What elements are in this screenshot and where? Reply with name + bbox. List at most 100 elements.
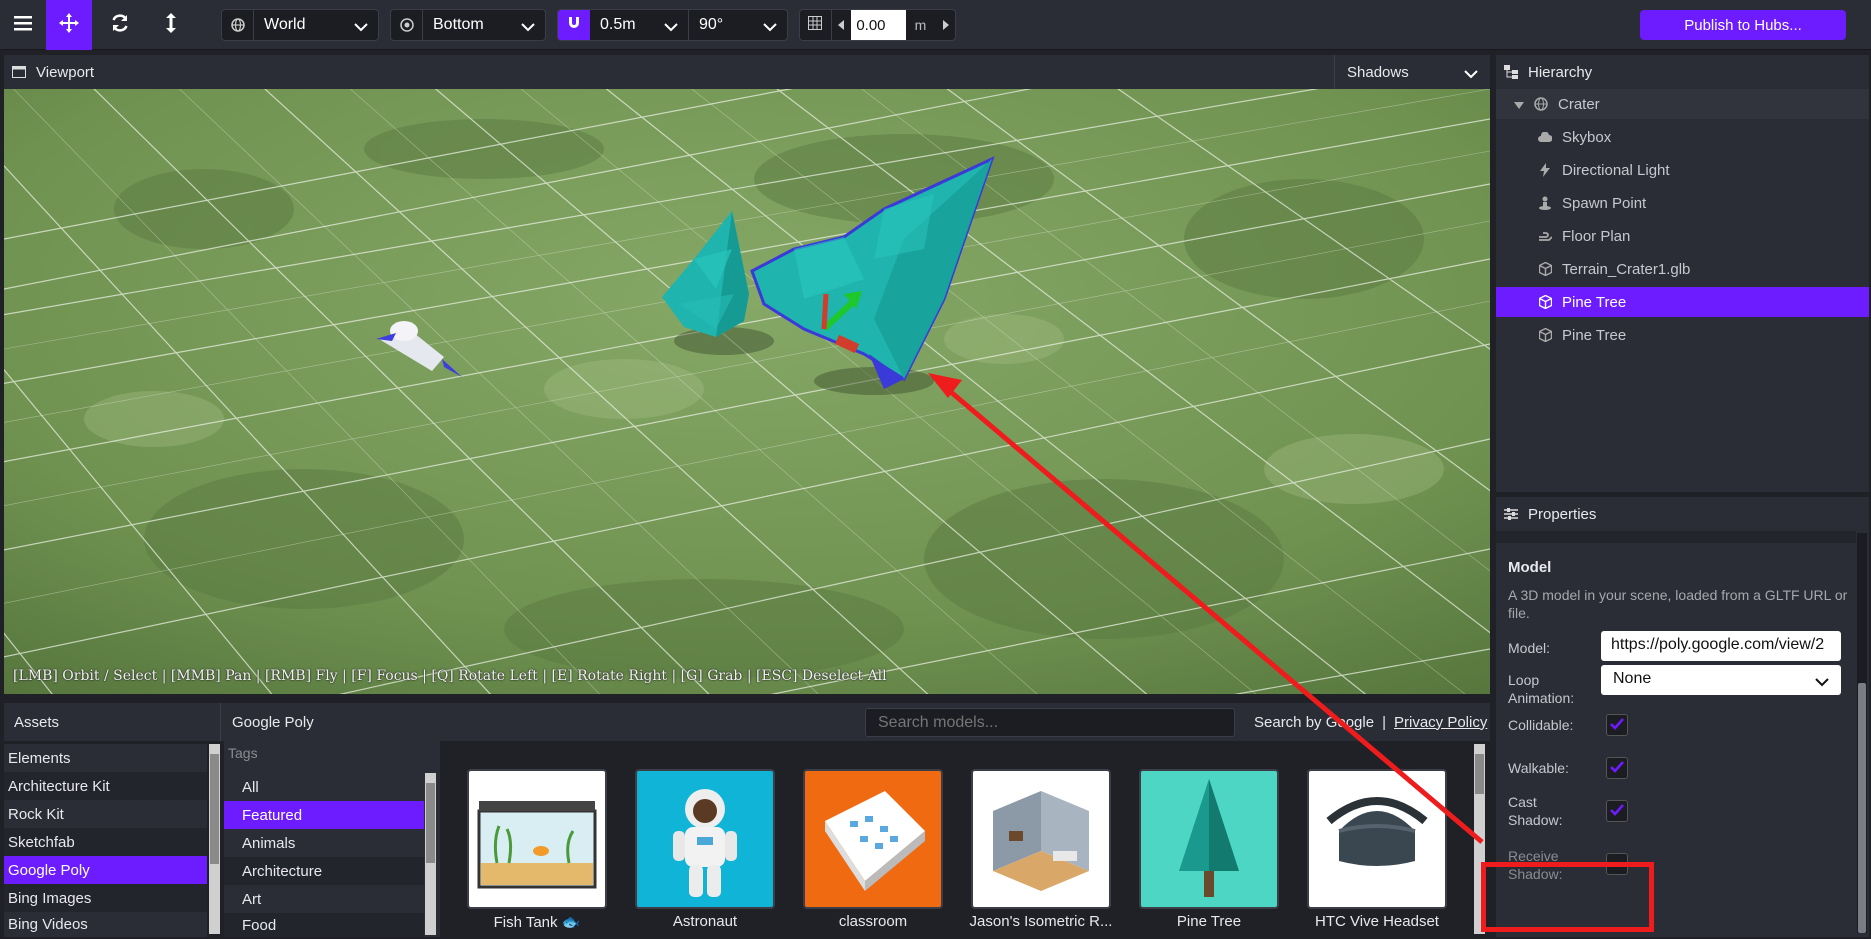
separator: |	[1382, 713, 1386, 731]
hierarchy-item-crater[interactable]: Crater	[1496, 89, 1869, 119]
models-grid: Fish Tank 🐟 Astronaut classroom Jason's …	[443, 741, 1490, 937]
models-scrollbar[interactable]	[1474, 744, 1485, 934]
menu-button[interactable]	[0, 0, 46, 50]
hierarchy-item-label: Terrain_Crater1.glb	[1562, 260, 1691, 278]
hamburger-icon	[14, 15, 32, 35]
model-card-fish-tank[interactable]	[467, 769, 607, 909]
model-name-fish-tank: Fish Tank 🐟	[493, 914, 581, 931]
source-architecture-kit[interactable]: Architecture Kit	[4, 772, 207, 800]
privacy-policy-link[interactable]: Privacy Policy	[1394, 714, 1487, 731]
hierarchy-item-label: Crater	[1558, 95, 1600, 113]
translate-tool-button[interactable]	[46, 0, 92, 50]
source-sketchfab[interactable]: Sketchfab	[4, 828, 207, 856]
hierarchy-item-spawn-point[interactable]: Spawn Point	[1496, 188, 1869, 218]
publish-button[interactable]: Publish to Hubs...	[1640, 10, 1846, 40]
model-description: A 3D model in your scene, loaded from a …	[1508, 587, 1848, 621]
chevron-down-icon	[664, 19, 678, 37]
scale-tool-button[interactable]	[148, 0, 194, 50]
hierarchy-item-pine-tree-selected[interactable]: Pine Tree	[1496, 287, 1869, 317]
search-by-google-text: Search by Google	[1254, 713, 1375, 731]
globe-icon	[222, 10, 254, 40]
grid-decrease-button[interactable]	[832, 10, 852, 40]
collidable-checkbox[interactable]	[1606, 714, 1628, 736]
chevron-down-icon	[763, 19, 777, 37]
source-elements[interactable]: Elements	[4, 744, 207, 772]
tag-art[interactable]: Art	[224, 885, 424, 913]
tags-list: Tags All Featured Animals Architecture A…	[224, 741, 440, 937]
model-card-pine-tree[interactable]	[1139, 769, 1279, 909]
model-name-pine-tree: Pine Tree	[1176, 913, 1242, 930]
rotation-snap-value: 90°	[699, 16, 724, 33]
chevron-down-icon	[1464, 66, 1478, 83]
search-models-input[interactable]	[865, 708, 1235, 737]
model-card-htc-vive[interactable]	[1307, 769, 1447, 909]
hand-icon	[1538, 229, 1552, 243]
source-bing-videos[interactable]: Bing Videos	[4, 912, 207, 937]
model-card-classroom[interactable]	[803, 769, 943, 909]
window-icon	[12, 66, 26, 78]
collidable-label: Collidable:	[1508, 717, 1574, 733]
google-poly-title: Google Poly	[232, 713, 314, 731]
grid-group: 0.00 m	[799, 9, 956, 41]
hierarchy-item-floor-plan[interactable]: Floor Plan	[1496, 221, 1869, 251]
cast-shadow-checkbox[interactable]	[1606, 800, 1628, 822]
chevron-down-icon	[1815, 674, 1829, 692]
source-google-poly[interactable]: Google Poly	[4, 856, 207, 884]
cube-icon	[1538, 295, 1552, 309]
cube-icon	[1538, 328, 1552, 342]
tag-food[interactable]: Food	[224, 913, 424, 937]
translation-snap-select[interactable]: 0.5m	[590, 10, 688, 40]
rotate-tool-button[interactable]	[97, 0, 143, 50]
model-name-classroom: classroom	[838, 913, 908, 930]
model-url-label: Model:	[1508, 640, 1551, 656]
grid-height-input[interactable]: 0.00	[851, 10, 906, 40]
tag-architecture[interactable]: Architecture	[224, 857, 424, 885]
asset-sources-list: Elements Architecture Kit Rock Kit Sketc…	[4, 741, 221, 937]
tags-scrollbar[interactable]	[425, 773, 436, 935]
model-card-astronaut[interactable]	[635, 769, 775, 909]
tags-header: Tags	[228, 745, 258, 761]
grid-icon	[808, 16, 823, 34]
receive-shadow-checkbox[interactable]	[1606, 853, 1628, 875]
viewport-header: Viewport Shadows	[4, 55, 1490, 89]
sources-scrollbar[interactable]	[209, 744, 220, 934]
cloud-icon	[1538, 130, 1552, 144]
transform-pivot-select[interactable]: Bottom	[390, 9, 546, 41]
properties-scrollbar[interactable]	[1857, 533, 1867, 933]
spawn-icon	[1538, 196, 1552, 210]
properties-header: Properties	[1496, 497, 1869, 531]
tag-featured[interactable]: Featured	[224, 801, 424, 829]
caret-down-icon[interactable]	[1514, 96, 1524, 113]
hierarchy-item-directional-light[interactable]: Directional Light	[1496, 155, 1869, 185]
tag-animals[interactable]: Animals	[224, 829, 424, 857]
viewport-controls-hint: [LMB] Orbit / Select | [MMB] Pan | [RMB]…	[13, 668, 887, 684]
tag-all[interactable]: All	[224, 773, 424, 801]
model-card-isometric-room[interactable]	[971, 769, 1111, 909]
loop-animation-select[interactable]: None	[1601, 665, 1841, 695]
rotation-snap-select[interactable]: 90°	[689, 10, 787, 40]
grid-increase-button[interactable]	[935, 10, 955, 40]
hierarchy-item-terrain[interactable]: Terrain_Crater1.glb	[1496, 254, 1869, 284]
checkmark-icon	[1610, 760, 1624, 777]
model-url-input[interactable]: https://poly.google.com/view/2	[1601, 631, 1841, 661]
cube-icon	[1538, 262, 1552, 276]
transform-space-select[interactable]: World	[221, 9, 379, 41]
source-bing-images[interactable]: Bing Images	[4, 884, 207, 912]
target-icon	[391, 10, 423, 40]
shadows-select[interactable]: Shadows	[1334, 55, 1490, 89]
grid-toggle[interactable]	[800, 10, 832, 40]
source-rock-kit[interactable]: Rock Kit	[4, 800, 207, 828]
chevron-down-icon	[354, 19, 368, 37]
loop-animation-label: Loop Animation:	[1508, 672, 1575, 706]
hierarchy-title: Hierarchy	[1528, 63, 1593, 81]
hierarchy-item-pine-tree[interactable]: Pine Tree	[1496, 320, 1869, 350]
viewport-canvas[interactable]: [LMB] Orbit / Select | [MMB] Pan | [RMB]…	[4, 89, 1490, 694]
snap-toggle[interactable]	[558, 10, 590, 40]
bolt-icon	[1538, 163, 1552, 177]
magnet-icon	[567, 16, 581, 34]
snap-group: 0.5m 90°	[557, 9, 788, 41]
hierarchy-item-skybox[interactable]: Skybox	[1496, 122, 1869, 152]
model-section-title: Model	[1508, 559, 1552, 576]
walkable-checkbox[interactable]	[1606, 757, 1628, 779]
scene-render	[4, 89, 1490, 694]
